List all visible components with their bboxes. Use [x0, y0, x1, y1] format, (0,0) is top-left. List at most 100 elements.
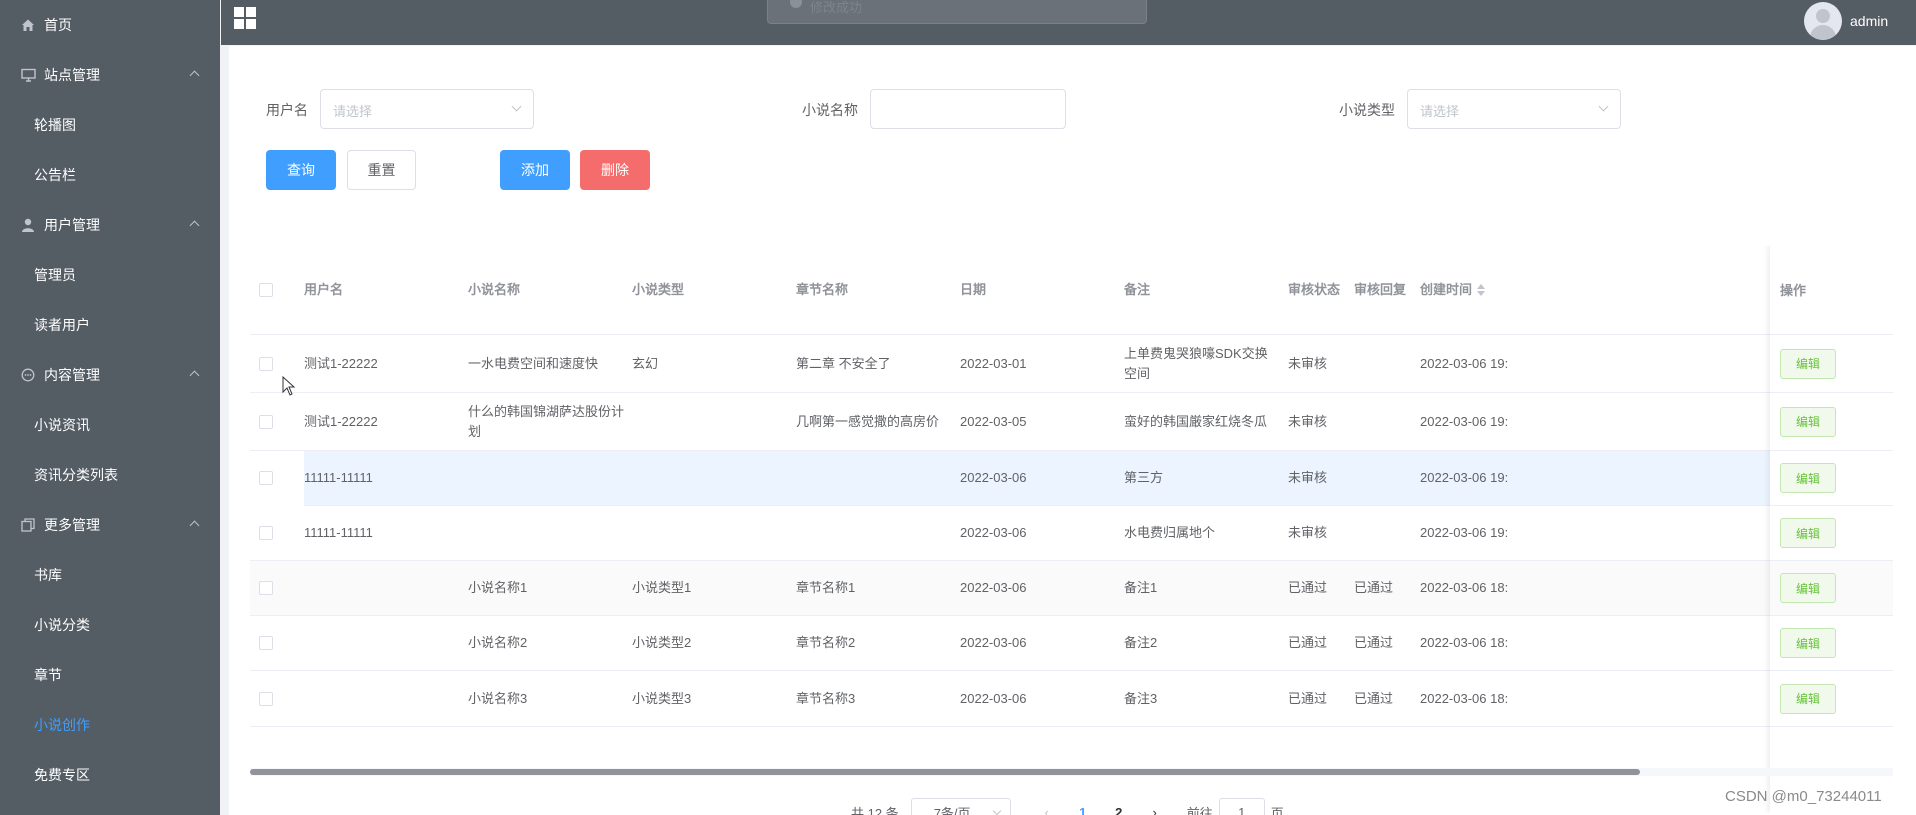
sidebar-item-label: 读者用户 — [34, 317, 90, 333]
table-cell-status: 未审核 — [1288, 335, 1354, 392]
page-button-2[interactable]: 2 — [1101, 805, 1137, 815]
row-checkbox[interactable] — [259, 581, 273, 595]
add-button[interactable]: 添加 — [500, 150, 570, 190]
cell-text: 2022-03-06 — [960, 470, 1027, 485]
row-checkbox[interactable] — [259, 356, 273, 371]
sidebar-item-4[interactable]: 用户管理 — [0, 200, 220, 250]
next-page-icon[interactable]: › — [1137, 805, 1173, 815]
cell-text: 11111-11111 — [304, 470, 373, 485]
table-cell-novel-type — [632, 506, 796, 560]
table-cell-date: 2022-03-06 — [960, 671, 1124, 726]
operations-cell: 编辑 — [1770, 335, 1893, 393]
table-row[interactable]: 11111-11111 2022-03-06 第三方 未审核 2022-03-06 19… — [259, 451, 1893, 506]
scrollbar-thumb[interactable] — [250, 769, 1640, 775]
sidebar-item-12[interactable]: 小说分类 — [0, 600, 220, 650]
novel-name-input[interactable] — [870, 89, 1066, 129]
sidebar-item-13[interactable]: 章节 — [0, 650, 220, 700]
query-button[interactable]: 查询 — [266, 150, 336, 190]
table-cell-date: 2022-03-06 — [960, 561, 1124, 615]
sidebar-item-3[interactable]: 公告栏 — [0, 150, 220, 200]
sort-icon[interactable] — [1477, 283, 1486, 296]
sidebar-item-14[interactable]: 小说创作 — [0, 700, 220, 750]
chevron-down-icon — [511, 101, 522, 112]
goto-page-input[interactable]: 1 — [1218, 798, 1265, 815]
edit-button[interactable]: 编辑 — [1780, 573, 1836, 603]
sidebar-item-label: 小说资讯 — [34, 417, 90, 433]
edit-button[interactable]: 编辑 — [1780, 628, 1836, 658]
select-all-checkbox-cell — [259, 245, 281, 334]
goto-page-value: 1 — [1238, 804, 1246, 815]
cell-text: 未审核 — [1288, 413, 1328, 429]
table-cell-date: 2022-03-06 — [960, 451, 1124, 505]
table-row[interactable]: 测试1-22222 什么的韩国锦湖萨达股份计划 几啊第一感觉撒的高房价 2022-03… — [250, 393, 1893, 451]
sidebar-item-5[interactable]: 管理员 — [0, 250, 220, 300]
sidebar-item-15[interactable]: 免费专区 — [0, 750, 220, 800]
sidebar-item-0[interactable]: 首页 — [0, 0, 220, 50]
cell-text: 已通过 — [1354, 635, 1394, 650]
table-cell-status: 未审核 — [1288, 451, 1354, 505]
cell-text: 2022-03-06 — [960, 580, 1027, 595]
cell-text: 测试1-22222 — [304, 413, 378, 429]
table-row[interactable]: 测试1-22222 一水电费空间和速度快 玄幻 第二章 不安全了 2022-03-01 上… — [250, 335, 1893, 393]
sidebar-item-10[interactable]: 更多管理 — [0, 500, 220, 550]
edit-button[interactable]: 编辑 — [1780, 518, 1836, 548]
novel-type-select[interactable]: 请选择 — [1407, 89, 1621, 129]
sidebar-item-8[interactable]: 小说资讯 — [0, 400, 220, 450]
prev-page-icon[interactable]: ‹ — [1029, 805, 1065, 815]
table-row[interactable]: 小说名称2 小说类型2 章节名称2 2022-03-06 备注2 已通过 已通过 2022-0… — [250, 616, 1893, 671]
cell-text: 章节名称3 — [796, 690, 856, 706]
sidebar-item-9[interactable]: 资讯分类列表 — [0, 450, 220, 500]
menu-toggle-icon[interactable] — [234, 7, 256, 29]
edit-button[interactable]: 编辑 — [1780, 406, 1836, 437]
column-header-label: 审核状态 — [1288, 281, 1341, 297]
column-header: 小说名称 — [468, 245, 632, 334]
table-cell-chapter — [796, 451, 960, 505]
table-cell-username: 测试1-22222 — [304, 335, 468, 392]
page-button-1[interactable]: 1 — [1065, 805, 1101, 815]
column-header[interactable]: 创建时间 — [1420, 245, 1540, 334]
cell-text: 2022-03-06 — [960, 525, 1027, 540]
page-size-value: 7条/页 — [933, 805, 971, 815]
row-checkbox-cell — [259, 561, 281, 615]
edit-button[interactable]: 编辑 — [1780, 683, 1836, 714]
row-checkbox[interactable] — [259, 414, 273, 429]
edit-button[interactable]: 编辑 — [1780, 348, 1836, 379]
cell-text: 已通过 — [1354, 580, 1394, 595]
page-size-select[interactable]: 7条/页 — [910, 798, 1011, 815]
table-cell-username — [304, 671, 468, 726]
sidebar-item-7[interactable]: 内容管理 — [0, 350, 220, 400]
username-filter-label: 用户名 — [266, 102, 308, 118]
toast-message: 修改成功 — [810, 0, 863, 15]
table-cell-date: 2022-03-06 — [960, 616, 1124, 670]
edit-button[interactable]: 编辑 — [1780, 463, 1836, 493]
cell-text: 已通过 — [1354, 690, 1394, 706]
row-checkbox[interactable] — [259, 526, 273, 540]
table-cell-novel-type: 玄幻 — [632, 335, 796, 392]
row-checkbox[interactable] — [259, 471, 273, 485]
table-cell-created: 2022-03-06 19: — [1420, 335, 1540, 392]
sidebar-item-6[interactable]: 读者用户 — [0, 300, 220, 350]
sidebar-item-2[interactable]: 轮播图 — [0, 100, 220, 150]
select-all-checkbox[interactable] — [259, 282, 273, 297]
delete-button[interactable]: 删除 — [580, 150, 650, 190]
table-row[interactable]: 小说名称1 小说类型1 章节名称1 2022-03-06 备注1 已通过 已通过 2022-0… — [250, 561, 1893, 616]
sidebar-item-11[interactable]: 书库 — [0, 550, 220, 600]
table-cell-novel-name: 一水电费空间和速度快 — [468, 335, 632, 392]
reset-button[interactable]: 重置 — [347, 150, 416, 190]
row-checkbox[interactable] — [259, 691, 273, 706]
row-checkbox[interactable] — [259, 636, 273, 650]
table-row[interactable]: 11111-11111 2022-03-06 水电费归属地个 未审核 2022-03-0… — [250, 506, 1893, 561]
cell-text: 2022-03-06 19: — [1420, 355, 1509, 371]
username-select[interactable]: 请选择 — [320, 89, 534, 129]
horizontal-scrollbar[interactable] — [250, 768, 1893, 776]
sidebar-item-label: 内容管理 — [44, 367, 100, 383]
table-cell-username — [304, 561, 468, 615]
username-label[interactable]: admin — [1850, 13, 1888, 29]
table-row[interactable]: 小说名称3 小说类型3 章节名称3 2022-03-06 备注3 已通过 已通过 2022-0… — [250, 671, 1893, 727]
cell-text: 第二章 不安全了 — [796, 355, 891, 371]
pagination: 共 12 条 7条/页 ‹ 1 2 › 前往 1 页 — [851, 798, 1284, 815]
sidebar-item-1[interactable]: 站点管理 — [0, 50, 220, 100]
top-header: 修改成功 admin — [221, 0, 1916, 45]
table-cell-note: 备注1 — [1124, 561, 1288, 615]
avatar[interactable] — [1804, 2, 1842, 40]
